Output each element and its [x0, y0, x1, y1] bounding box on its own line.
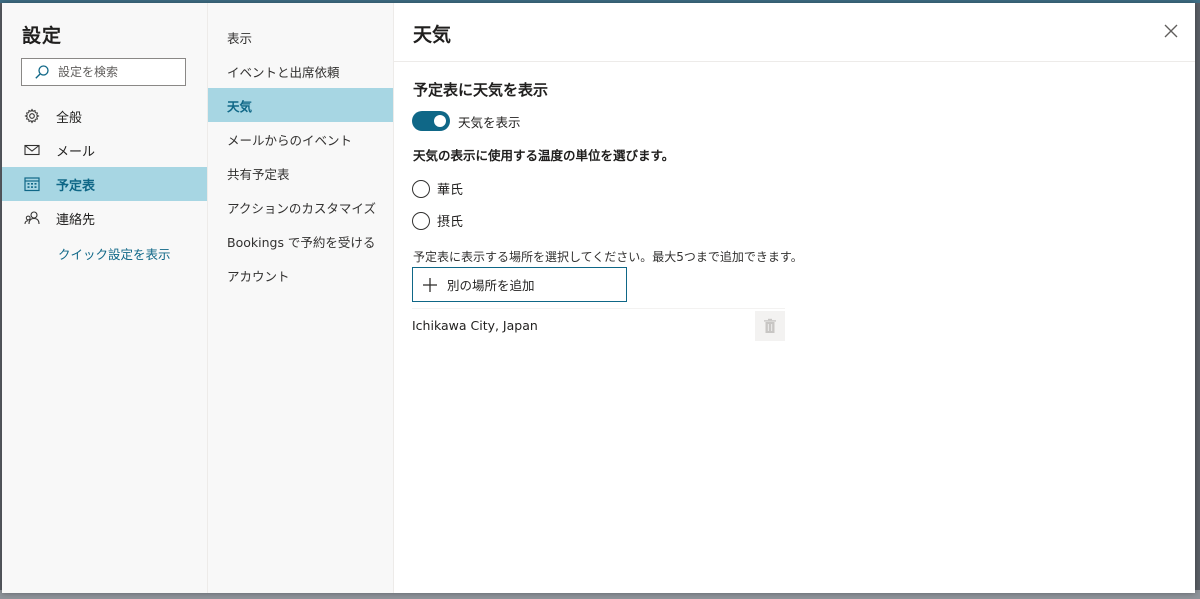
subnav-item-events-from-email[interactable]: メールからのイベント	[208, 122, 393, 156]
settings-category-nav: 全般 メール 予定表 連絡先 クイック設定を表示	[2, 99, 207, 271]
fahrenheit-option[interactable]: 華氏	[412, 179, 463, 198]
subnav-item-weather[interactable]: 天気	[208, 88, 393, 122]
weather-settings-pane: 天気 予定表に天気を表示 天気を表示 天気の表示に使用する温度の単位を選びます。…	[394, 3, 1195, 593]
close-icon	[1164, 24, 1178, 38]
nav-item-calendar-label: 予定表	[56, 178, 96, 194]
search-icon	[35, 65, 49, 79]
trash-icon	[764, 318, 776, 333]
location-hint: 予定表に表示する場所を選択してください。最大5つまで追加できます。	[413, 250, 803, 264]
nav-item-mail[interactable]: メール	[2, 133, 207, 167]
location-name: Ichikawa City, Japan	[412, 317, 538, 333]
subnav-item-events-invitations[interactable]: イベントと出席依頼	[208, 54, 393, 88]
toggle-knob	[434, 115, 446, 127]
subnav-item-shared-calendars[interactable]: 共有予定表	[208, 156, 393, 190]
section-title: 予定表に天気を表示	[413, 81, 549, 99]
subnav-item-customize-actions[interactable]: アクションのカスタマイズ	[208, 190, 393, 224]
add-location-button[interactable]: 別の場所を追加	[412, 267, 627, 302]
celsius-radio[interactable]	[412, 211, 430, 230]
subnav-item-account[interactable]: アカウント	[208, 258, 393, 292]
pane-header: 天気	[394, 3, 1195, 62]
nav-item-general-label: 全般	[56, 110, 83, 126]
show-weather-toggle[interactable]	[412, 111, 450, 131]
add-location-label: 別の場所を追加	[447, 278, 535, 293]
nav-item-general[interactable]: 全般	[2, 99, 207, 133]
settings-search-input[interactable]	[56, 64, 180, 80]
people-icon	[24, 210, 40, 226]
location-list-item: Ichikawa City, Japan	[412, 308, 785, 341]
settings-sidebar: 設定 全般	[2, 3, 208, 593]
fahrenheit-label: 華氏	[437, 183, 464, 198]
settings-title: 設定	[22, 25, 63, 47]
settings-search-box[interactable]	[21, 58, 186, 86]
close-button[interactable]	[1161, 21, 1181, 41]
fahrenheit-radio[interactable]	[412, 179, 430, 198]
settings-dialog: 設定 全般	[2, 3, 1195, 593]
page-title: 天気	[413, 24, 452, 46]
show-weather-toggle-row: 天気を表示	[412, 111, 521, 131]
calendar-subnav: 表示 イベントと出席依頼 天気 メールからのイベント 共有予定表 アクションのカ…	[208, 3, 394, 593]
nav-item-mail-label: メール	[56, 144, 96, 160]
celsius-label: 摂氏	[437, 215, 464, 230]
delete-location-button[interactable]	[755, 311, 785, 341]
calendar-icon	[24, 176, 40, 192]
mail-icon	[24, 142, 40, 158]
temperature-unit-question: 天気の表示に使用する温度の単位を選びます。	[413, 148, 675, 163]
quick-settings-link[interactable]: クイック設定を表示	[2, 235, 207, 271]
subnav-item-view[interactable]: 表示	[208, 20, 393, 54]
plus-icon	[423, 277, 437, 292]
nav-item-people-label: 連絡先	[56, 212, 96, 228]
show-weather-toggle-label: 天気を表示	[458, 114, 521, 130]
subnav-item-bookings[interactable]: Bookings で予約を受ける	[208, 224, 393, 258]
nav-item-people[interactable]: 連絡先	[2, 201, 207, 235]
gear-icon	[24, 108, 40, 124]
nav-item-calendar[interactable]: 予定表	[2, 167, 207, 201]
celsius-option[interactable]: 摂氏	[412, 211, 463, 230]
